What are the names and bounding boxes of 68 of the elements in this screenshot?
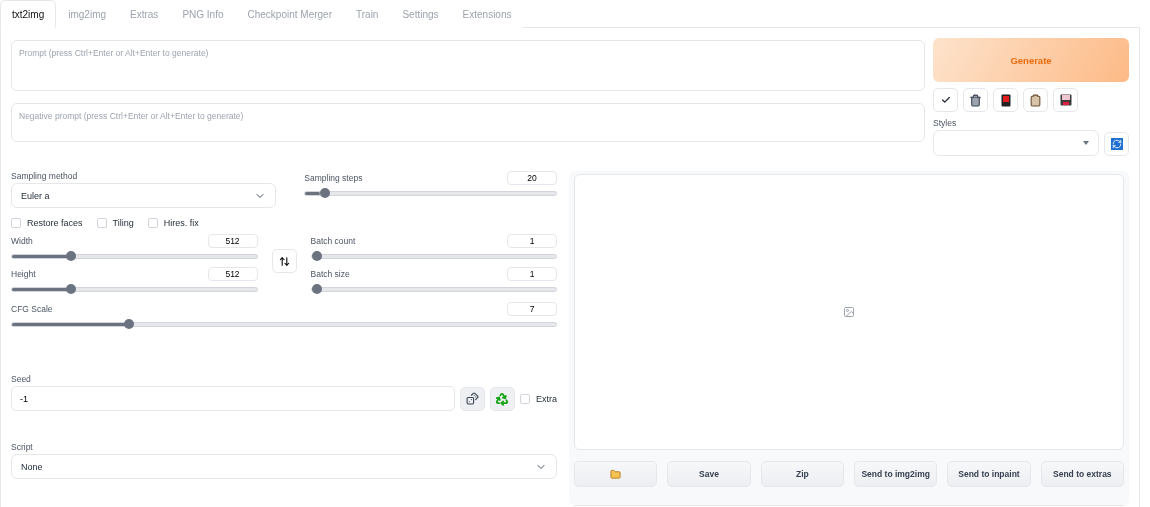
check-button[interactable] bbox=[933, 88, 958, 112]
number-field[interactable]: 20 bbox=[507, 171, 557, 185]
slider-label: Batch count bbox=[310, 236, 356, 246]
slider-thumb[interactable] bbox=[311, 251, 322, 261]
slider-label: CFG Scale bbox=[11, 304, 53, 314]
slider-thumb[interactable] bbox=[319, 188, 330, 198]
slider-track[interactable] bbox=[310, 287, 557, 292]
checkbox[interactable] bbox=[520, 393, 530, 404]
swap-icon bbox=[278, 255, 290, 267]
clipboard-button[interactable] bbox=[1023, 88, 1048, 112]
dropdown-icon bbox=[1083, 141, 1089, 145]
script-label: Script bbox=[11, 442, 34, 452]
tab[interactable]: txt2img bbox=[0, 0, 57, 28]
gallery-button[interactable]: Send to inpaint bbox=[947, 461, 1031, 487]
seed-label: Seed bbox=[11, 374, 32, 384]
prompt-field[interactable]: Prompt (press Ctrl+Enter or Alt+Enter to generate) bbox=[11, 40, 925, 91]
folder-icon bbox=[610, 468, 622, 480]
checkbox-label: Restore faces bbox=[27, 218, 83, 228]
number-field[interactable]: 1 bbox=[507, 234, 557, 248]
slider-label: Sampling steps bbox=[304, 173, 363, 183]
styles-label: Styles bbox=[933, 118, 958, 128]
script-dropdown[interactable]: None bbox=[11, 454, 557, 479]
gallery-button[interactable]: Send to img2img bbox=[854, 461, 938, 487]
number-field[interactable]: 512 bbox=[207, 234, 258, 248]
floppy-icon bbox=[1059, 94, 1072, 106]
recycle-icon bbox=[495, 391, 510, 406]
gallery-button[interactable]: Zip bbox=[760, 461, 844, 487]
slider-track[interactable] bbox=[310, 254, 557, 259]
slider-thumb[interactable] bbox=[311, 284, 322, 294]
slider-track[interactable] bbox=[11, 322, 557, 327]
checkbox[interactable] bbox=[96, 218, 107, 228]
trash-button[interactable] bbox=[963, 88, 988, 112]
gallery-button[interactable]: Send to extras bbox=[1040, 461, 1124, 487]
trash-icon bbox=[969, 93, 982, 107]
slider-label: Batch size bbox=[310, 269, 350, 279]
slider-label: Height bbox=[11, 269, 36, 279]
slider-label: Width bbox=[11, 236, 33, 246]
slider-thumb[interactable] bbox=[124, 319, 135, 329]
slider-thumb[interactable] bbox=[65, 284, 76, 294]
number-field[interactable]: 7 bbox=[507, 302, 557, 316]
card-button[interactable] bbox=[993, 88, 1018, 112]
checkbox-label: Hires. fix bbox=[163, 218, 199, 228]
number-field[interactable]: 512 bbox=[207, 267, 258, 281]
slider-track[interactable] bbox=[304, 191, 557, 196]
slider-track[interactable] bbox=[11, 254, 258, 259]
image-placeholder-icon bbox=[843, 306, 855, 318]
refresh-icon bbox=[1110, 138, 1123, 150]
refresh-button[interactable] bbox=[1104, 132, 1129, 156]
seed-field[interactable]: -1 bbox=[11, 386, 455, 411]
negative-prompt-field[interactable]: Negative prompt (press Ctrl+Enter or Alt+Enter to generate) bbox=[11, 103, 925, 142]
checkbox-label: Tiling bbox=[112, 218, 134, 228]
checkbox[interactable] bbox=[147, 218, 158, 228]
swap-button[interactable] bbox=[271, 249, 297, 273]
slider-track[interactable] bbox=[11, 287, 258, 292]
gallery-button[interactable]: Save bbox=[667, 461, 751, 487]
dice-icon bbox=[466, 392, 479, 405]
number-field[interactable]: 1 bbox=[507, 267, 557, 281]
checkbox-label: Extra bbox=[536, 393, 557, 404]
checkbox[interactable] bbox=[11, 218, 21, 228]
clipboard-icon bbox=[1029, 93, 1042, 107]
check-icon bbox=[940, 95, 951, 105]
card-icon bbox=[1000, 93, 1011, 107]
dice-button[interactable] bbox=[460, 386, 485, 411]
sampling-method-dropdown[interactable]: Euler a bbox=[11, 183, 277, 208]
save-button[interactable] bbox=[1053, 88, 1078, 112]
sampling-method-label: Sampling method bbox=[11, 171, 79, 181]
slider-thumb[interactable] bbox=[65, 251, 76, 261]
recycle-button[interactable] bbox=[490, 386, 515, 411]
